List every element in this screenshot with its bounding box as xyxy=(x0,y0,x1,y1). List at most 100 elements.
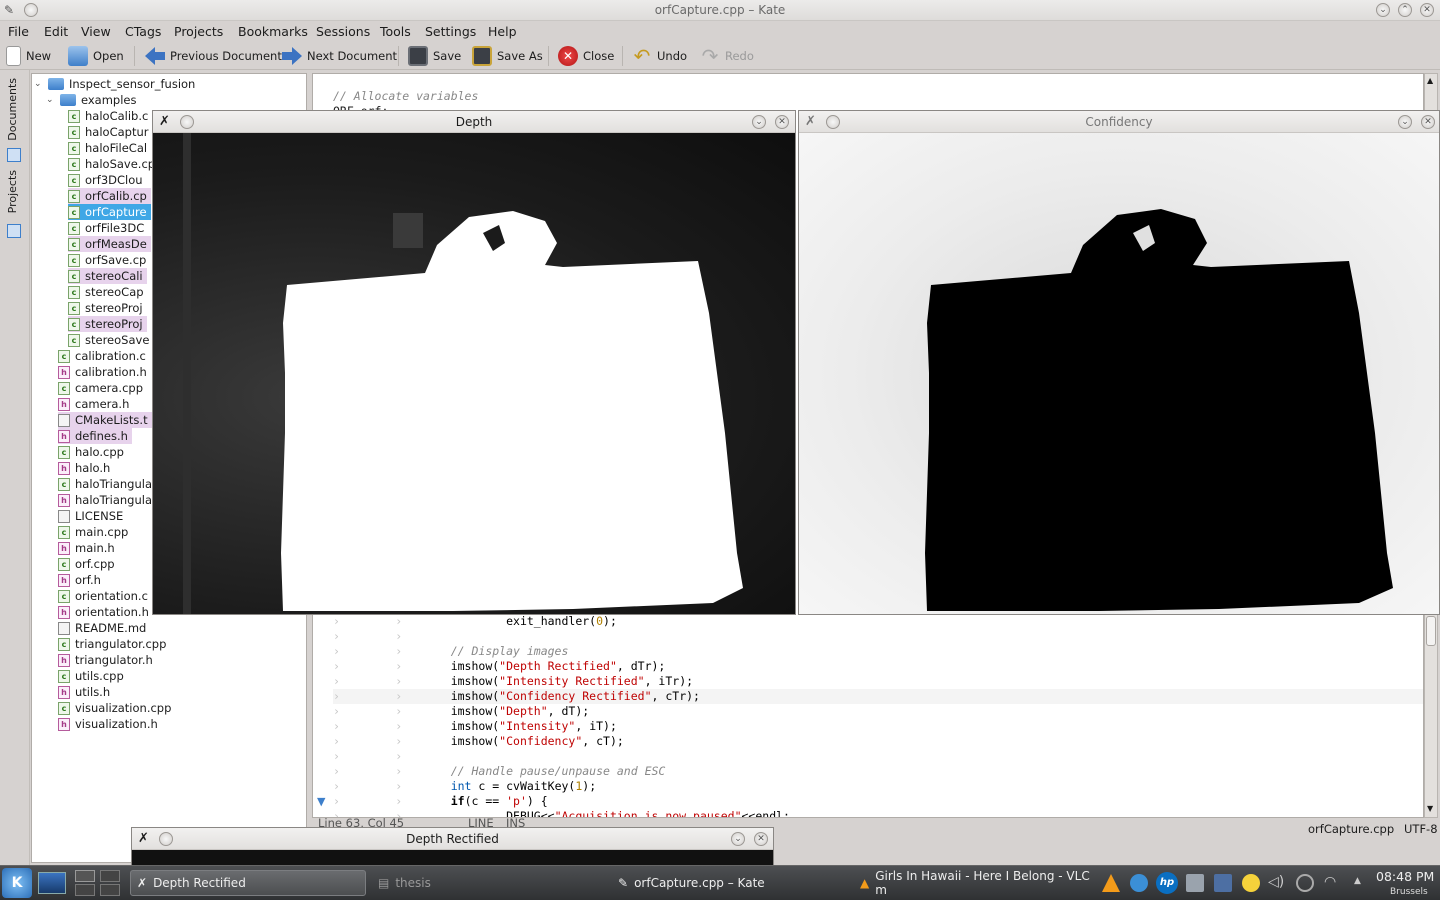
maximize-button[interactable]: ⌃ xyxy=(1398,3,1412,17)
code-line[interactable]: › › xyxy=(333,749,1423,764)
tree-file-item[interactable]: h orientation.h xyxy=(58,604,149,620)
tree-file-item[interactable]: README.md xyxy=(58,620,146,636)
code-line[interactable]: › › imshow("Depth Rectified", dTr); xyxy=(333,659,1423,674)
volume-tray-icon[interactable]: ◁) xyxy=(1268,874,1286,892)
tree-file-item[interactable]: c orfCapture xyxy=(68,204,151,220)
pager-desktop-2[interactable] xyxy=(100,870,120,882)
tree-file-item[interactable]: c camera.cpp xyxy=(58,380,143,396)
previous-document-button[interactable]: Previous Document xyxy=(145,45,282,67)
tree-file-item[interactable]: c stereoCali xyxy=(68,268,147,284)
close-window-button[interactable]: ✕ xyxy=(754,832,768,846)
tree-file-item[interactable]: c haloTriangula xyxy=(58,476,152,492)
next-document-button[interactable]: Next Document xyxy=(282,45,397,67)
code-line[interactable]: › › // Display images xyxy=(333,644,1423,659)
tree-file-item[interactable]: c orf.cpp xyxy=(58,556,115,572)
fold-marker-icon[interactable]: ▼ xyxy=(317,795,325,808)
menu-view[interactable]: View xyxy=(81,24,111,39)
minimize-button[interactable]: ⌄ xyxy=(752,115,766,129)
task-vlc[interactable]: ▲ Girls In Hawaii - Here I Belong - VLC m xyxy=(854,870,1090,896)
tree-file-item[interactable]: h calibration.h xyxy=(58,364,147,380)
tree-file-item[interactable]: c haloSave.cp xyxy=(68,156,155,172)
update-tray-icon[interactable] xyxy=(1130,874,1148,892)
menu-ctags[interactable]: CTags xyxy=(125,24,161,39)
tree-file-item[interactable]: h triangulator.h xyxy=(58,652,153,668)
tree-file-item[interactable]: LICENSE xyxy=(58,508,123,524)
tree-file-item[interactable]: h camera.h xyxy=(58,396,129,412)
tree-file-item[interactable]: c triangulator.cpp xyxy=(58,636,166,652)
undo-button[interactable]: ↶ Undo xyxy=(632,45,687,67)
scroll-up-icon[interactable]: ▲ xyxy=(1427,76,1433,85)
tree-file-item[interactable]: c halo.cpp xyxy=(58,444,124,460)
menu-projects[interactable]: Projects xyxy=(174,24,223,39)
menu-bookmarks[interactable]: Bookmarks xyxy=(238,24,308,39)
tree-file-item[interactable]: c haloCalib.c xyxy=(68,108,148,124)
window-titlebar[interactable]: ✎ orfCapture.cpp – Kate ⌄ ⌃ ✕ xyxy=(0,0,1440,21)
pager-desktop-1[interactable] xyxy=(75,870,95,882)
pager-desktop-4[interactable] xyxy=(100,884,120,896)
hp-tray-icon[interactable]: hp xyxy=(1156,872,1178,894)
code-line[interactable]: › › imshow("Confidency", cT); xyxy=(333,734,1423,749)
tree-file-item[interactable]: CMakeLists.t xyxy=(58,412,152,428)
tree-file-item[interactable]: c stereoProj xyxy=(68,316,147,332)
tree-file-item[interactable]: c calibration.c xyxy=(58,348,146,364)
kde-menu-icon[interactable]: K xyxy=(2,868,32,898)
code-line[interactable]: › › DEBUG<<"Acquisition is now paused"<<… xyxy=(333,809,1423,817)
save-as-button[interactable]: Save As xyxy=(472,45,543,67)
code-line[interactable]: › › int c = cvWaitKey(1); xyxy=(333,779,1423,794)
confidency-window-titlebar[interactable]: ✗ Confidency ⌄ ✕ xyxy=(799,111,1439,133)
redo-button[interactable]: ↷ Redo xyxy=(700,45,754,67)
minimize-button[interactable]: ⌄ xyxy=(1398,115,1412,129)
code-line[interactable]: › › imshow("Confidency Rectified", cTr); xyxy=(333,689,1423,704)
collapse-arrow-icon[interactable]: ⌄ xyxy=(46,92,56,108)
tray-expand-icon[interactable]: ▲ xyxy=(1354,876,1361,886)
tree-file-item[interactable]: c utils.cpp xyxy=(58,668,124,684)
code-line[interactable]: // Allocate variables xyxy=(333,89,478,104)
tree-file-item[interactable]: c stereoProj xyxy=(68,300,143,316)
tree-file-item[interactable]: c stereoSave xyxy=(68,332,149,348)
clock-time[interactable]: 08:48 PM xyxy=(1376,869,1434,884)
collapse-arrow-icon[interactable]: ⌄ xyxy=(34,76,44,92)
close-window-button[interactable]: ✕ xyxy=(775,115,789,129)
tab-projects[interactable]: Projects xyxy=(6,170,19,213)
depth-window-titlebar[interactable]: ✗ Depth ⌄ ✕ xyxy=(153,111,795,133)
menu-settings[interactable]: Settings xyxy=(425,24,476,39)
tree-root[interactable]: ⌄ Inspect_sensor_fusion xyxy=(34,76,195,92)
sync-tray-icon[interactable] xyxy=(1296,874,1314,892)
minimize-button[interactable]: ⌄ xyxy=(731,832,745,846)
menu-file[interactable]: File xyxy=(8,24,29,39)
code-line[interactable]: › › imshow("Intensity Rectified", iTr); xyxy=(333,674,1423,689)
tree-file-item[interactable]: h defines.h xyxy=(58,428,132,444)
scroll-down-icon[interactable]: ▼ xyxy=(1427,804,1433,813)
tree-file-item[interactable]: c haloFileCal xyxy=(68,140,147,156)
code-line[interactable]: › › if(c == 'p') { xyxy=(333,794,1423,809)
tree-file-item[interactable]: c haloCaptur xyxy=(68,124,148,140)
show-desktop-icon[interactable] xyxy=(38,872,66,894)
depth-rectified-titlebar[interactable]: ✗ Depth Rectified ⌄ ✕ xyxy=(132,828,773,850)
tree-file-item[interactable]: h haloTriangula xyxy=(58,492,152,508)
scrollbar-thumb[interactable] xyxy=(1426,616,1436,646)
code-line[interactable]: › › imshow("Intensity", iT); xyxy=(333,719,1423,734)
tree-file-item[interactable]: c orfMeasDe xyxy=(68,236,151,252)
close-button[interactable]: ✕ Close xyxy=(558,45,614,67)
code-line[interactable]: › › exit_handler(0); xyxy=(333,614,1423,629)
depth-rectified-window[interactable]: ✗ Depth Rectified ⌄ ✕ xyxy=(131,827,774,867)
pager-desktop-3[interactable] xyxy=(75,884,95,896)
menu-tools[interactable]: Tools xyxy=(380,24,411,39)
confidency-window[interactable]: ✗ Confidency ⌄ ✕ xyxy=(798,110,1440,615)
tree-file-item[interactable]: h utils.h xyxy=(58,684,110,700)
code-line[interactable]: › › xyxy=(333,629,1423,644)
close-window-button[interactable]: ✕ xyxy=(1420,3,1434,17)
minimize-button[interactable]: ⌄ xyxy=(1376,3,1390,17)
tree-file-item[interactable]: h visualization.h xyxy=(58,716,158,732)
menu-edit[interactable]: Edit xyxy=(44,24,68,39)
wifi-tray-icon[interactable]: ◠ xyxy=(1324,874,1342,892)
open-button[interactable]: Open xyxy=(68,45,124,67)
tree-file-item[interactable]: h orf.h xyxy=(58,572,101,588)
close-window-button[interactable]: ✕ xyxy=(1421,115,1435,129)
tree-file-item[interactable]: c orfFile3DC xyxy=(68,220,144,236)
device-tray-icon[interactable] xyxy=(1186,874,1204,892)
task-thesis[interactable]: ▤ thesis xyxy=(372,870,602,896)
vlc-tray-icon[interactable] xyxy=(1102,874,1120,892)
tree-file-item[interactable]: c orf3DClou xyxy=(68,172,143,188)
new-button[interactable]: New xyxy=(6,45,51,67)
